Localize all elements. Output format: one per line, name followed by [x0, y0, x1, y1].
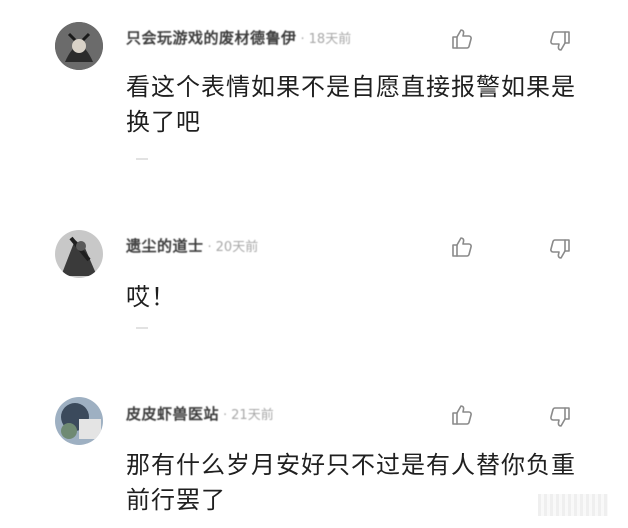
comment-text: 看这个表情如果不是自愿直接报警如果是换了吧 — [126, 73, 576, 136]
username[interactable]: 皮皮虾兽医站 — [126, 405, 219, 423]
thumbs-up-icon[interactable] — [450, 27, 474, 51]
timestamp: 20天前 — [215, 240, 259, 255]
username[interactable]: 遗尘的道士 — [126, 237, 204, 255]
thumbs-down-icon[interactable] — [548, 237, 572, 261]
comment-meta: 只会玩游戏的废材德鲁伊 · 18天前 — [126, 28, 351, 48]
comment-meta: 皮皮虾兽医站 · 21天前 — [126, 404, 274, 424]
thumbs-up-icon[interactable] — [450, 235, 474, 259]
thumbs-down-icon[interactable] — [548, 405, 572, 429]
separator-dot: · — [223, 408, 228, 423]
avatar[interactable] — [55, 397, 103, 445]
thumbs-up-icon[interactable] — [450, 403, 474, 427]
comment-text: 那有什么岁月安好只不过是有人替你负重前行罢了 — [126, 451, 576, 514]
username[interactable]: 只会玩游戏的废材德鲁伊 — [126, 29, 297, 47]
separator-dot: · — [207, 240, 212, 255]
divider — [136, 327, 148, 329]
comment-text: 哎！ — [126, 283, 176, 311]
timestamp: 18天前 — [308, 32, 352, 47]
avatar[interactable] — [55, 230, 103, 278]
separator-dot: · — [300, 32, 305, 47]
divider — [136, 158, 148, 160]
watermark — [538, 494, 608, 516]
timestamp: 21天前 — [231, 408, 274, 423]
avatar[interactable] — [55, 22, 103, 70]
comment-meta: 遗尘的道士 · 20天前 — [126, 236, 258, 256]
thumbs-down-icon[interactable] — [548, 29, 572, 53]
